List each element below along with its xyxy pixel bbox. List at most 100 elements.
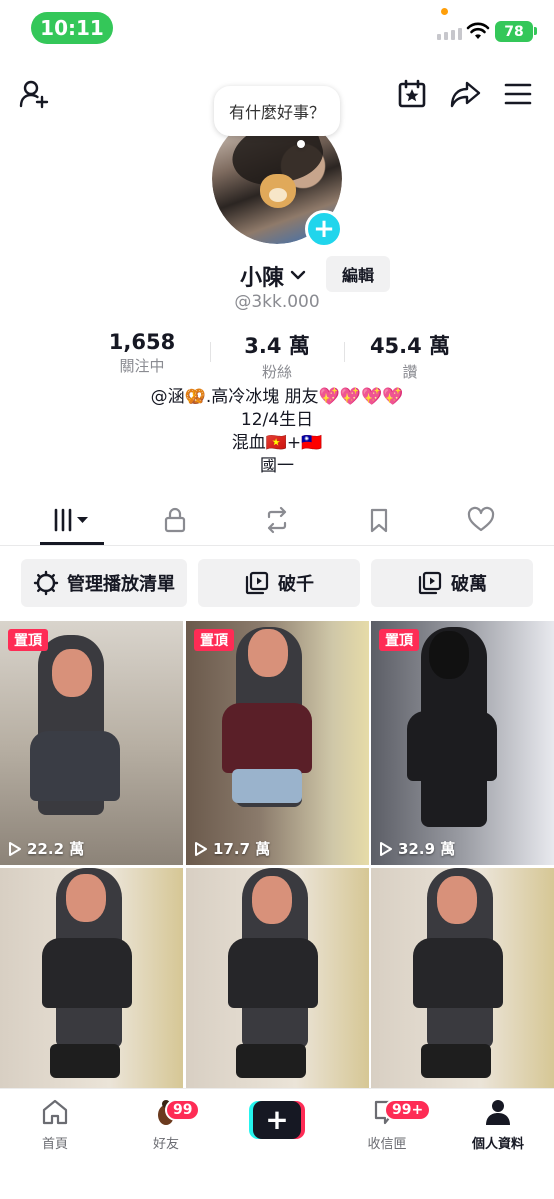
thumb-face	[52, 649, 92, 697]
stat-following-value: 1,658	[108, 330, 176, 354]
playlist-button[interactable]: 破萬	[371, 559, 533, 607]
tab-private[interactable]	[145, 500, 205, 540]
thumb-shirt	[42, 938, 132, 1008]
view-count-text: 32.9 萬	[398, 840, 456, 858]
play-outline-icon	[195, 841, 207, 856]
battery-tip	[534, 27, 537, 35]
nav-friends-label: 好友	[152, 1137, 179, 1152]
video-grid: 置頂 22.2 萬 置頂 17.7 萬 置頂 32.9 萬	[0, 621, 554, 1112]
nav-inbox[interactable]: 收信匣 99+	[342, 1097, 432, 1152]
bio-line: @涵🥨.高冷冰塊 朋友💖💖💖💖	[150, 387, 404, 407]
camera-indicator-dot	[441, 8, 448, 15]
add-story-plus-button[interactable]: +	[305, 210, 343, 248]
playlist-button[interactable]: 破千	[198, 559, 360, 607]
profile-stats: 1,658 關注中 3.4 萬 粉絲 45.4 萬 讚	[0, 330, 554, 381]
spiderman-mask-icon	[429, 631, 469, 679]
video-thumbnail[interactable]: 置頂 17.7 萬	[186, 621, 369, 865]
stat-following[interactable]: 1,658 關注中	[82, 330, 202, 376]
status-bar: 10:11 78	[0, 0, 554, 56]
view-count-text: 22.2 萬	[27, 840, 85, 858]
tab-videos[interactable]	[42, 500, 102, 540]
stat-divider	[344, 342, 345, 362]
stat-likes-value: 45.4 萬	[369, 334, 451, 358]
friends-badge: 99	[165, 1099, 201, 1121]
calendar-button[interactable]	[394, 76, 430, 112]
stat-likes-label: 讚	[402, 363, 418, 381]
stat-divider	[210, 342, 211, 362]
thumb-face	[437, 876, 477, 924]
bottom-nav: 首頁 好友 99 + 收信匣 99+ 個人資料	[0, 1088, 554, 1199]
manage-playlists-label: 管理播放清單	[67, 574, 175, 595]
profile-bio: @涵🥨.高冷冰塊 朋友💖💖💖💖 12/4生日 混血🇻🇳+🇹🇼 國一	[0, 386, 554, 478]
name-row: 小陳 編輯	[0, 256, 554, 294]
status-bubble[interactable]: 有什麼好事？	[214, 86, 340, 136]
nav-profile[interactable]: 個人資料	[453, 1097, 543, 1152]
tab-reposts[interactable]	[247, 500, 307, 540]
playlist-icon	[245, 571, 269, 595]
video-thumbnail[interactable]: 置頂 32.9 萬	[371, 621, 554, 865]
status-time: 10:11	[31, 12, 113, 44]
thumb-shorts	[421, 1044, 491, 1078]
add-friend-button[interactable]	[16, 76, 52, 112]
create-button[interactable]: +	[249, 1101, 305, 1139]
bio-line: 混血🇻🇳+🇹🇼	[231, 433, 323, 453]
stat-followers[interactable]: 3.4 萬 粉絲	[217, 330, 337, 382]
stat-likes[interactable]: 45.4 萬 讚	[350, 330, 470, 382]
gear-icon	[33, 570, 59, 596]
video-thumbnail[interactable]	[371, 868, 554, 1112]
heart-icon	[467, 506, 495, 532]
profile-name[interactable]: 小陳	[240, 260, 284, 292]
stat-following-label: 關注中	[119, 357, 165, 375]
thumb-face	[66, 874, 106, 922]
manage-playlists-button[interactable]: 管理播放清單	[21, 559, 187, 607]
share-arrow-icon	[450, 81, 481, 108]
pinned-badge: 置頂	[8, 629, 48, 651]
thumb-shirt	[407, 711, 497, 781]
hamburger-menu-icon	[504, 83, 532, 105]
thumb-shirt	[228, 938, 318, 1008]
calendar-star-icon	[398, 79, 426, 108]
nav-home[interactable]: 首頁	[10, 1097, 100, 1152]
profile-icon	[486, 1100, 510, 1125]
status-bubble-tail	[297, 140, 305, 148]
share-profile-button[interactable]	[447, 76, 483, 112]
thumb-face	[252, 876, 292, 924]
nav-profile-label: 個人資料	[471, 1137, 524, 1152]
tab-liked[interactable]	[451, 500, 511, 540]
nav-inbox-label: 收信匣	[367, 1137, 407, 1152]
bookmark-icon	[370, 508, 388, 533]
edit-profile-button[interactable]: 編輯	[326, 256, 390, 292]
thumb-shirt	[222, 703, 312, 773]
playlist-icon	[418, 571, 442, 595]
playlist-label: 破千	[278, 574, 314, 595]
thumb-shorts	[236, 1044, 306, 1078]
stat-followers-value: 3.4 萬	[244, 334, 310, 358]
profile-handle: @3kk.000	[234, 292, 320, 312]
menu-button[interactable]	[500, 76, 536, 112]
pinned-badge: 置頂	[194, 629, 234, 651]
thumb-shorts	[50, 1044, 120, 1078]
view-count: 22.2 萬	[8, 838, 84, 859]
video-thumbnail[interactable]: 置頂 22.2 萬	[0, 621, 183, 865]
view-count-text: 17.7 萬	[213, 840, 271, 858]
inbox-badge: 99+	[384, 1099, 432, 1121]
thumb-face	[248, 629, 288, 677]
doge-sticker-icon	[260, 174, 296, 208]
video-thumbnail[interactable]	[186, 868, 369, 1112]
signal-icon	[437, 22, 462, 40]
tab-saved[interactable]	[349, 500, 409, 540]
battery-indicator: 78	[495, 21, 533, 42]
home-icon	[42, 1099, 68, 1125]
video-thumbnail[interactable]	[0, 868, 183, 1112]
stat-followers-label: 粉絲	[261, 363, 292, 381]
play-outline-icon	[9, 841, 21, 856]
playlist-label: 破萬	[451, 574, 487, 595]
chevron-down-icon[interactable]	[290, 269, 306, 281]
nav-friends[interactable]: 好友 99	[121, 1097, 211, 1152]
active-tab-indicator	[40, 542, 104, 545]
pinned-badge: 置頂	[379, 629, 419, 651]
thumb-shirt	[30, 731, 120, 801]
repost-icon	[267, 506, 287, 534]
videos-grid-icon	[54, 508, 88, 532]
thumb-shorts	[232, 769, 302, 803]
